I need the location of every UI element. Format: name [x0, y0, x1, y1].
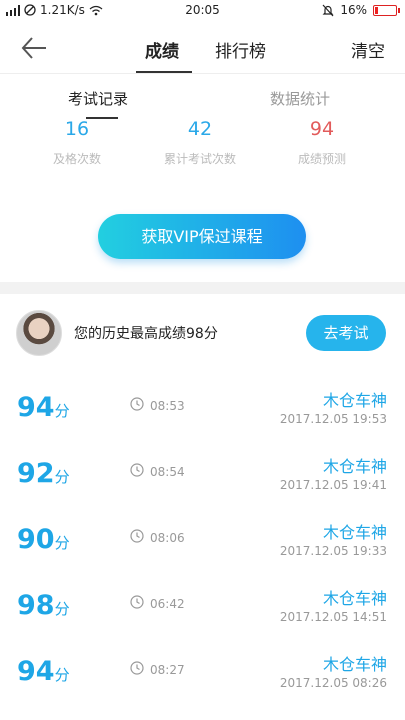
subtab-data-stats[interactable]: 数据统计: [270, 88, 330, 109]
score: 92分: [17, 458, 70, 489]
stats-summary: 16 及格次数 42 累计考试次数 94 成绩预测: [0, 118, 405, 178]
duration: 08:27: [150, 663, 185, 677]
list-item[interactable]: 94分 08:53 木仓车神 2017.12.05 19:53: [0, 375, 405, 441]
status-bar: 1.21K/s 20:05 16%: [0, 0, 405, 22]
clock-icon: [130, 397, 144, 411]
record-datetime: 2017.12.05 19:53: [279, 412, 387, 426]
list-item[interactable]: 90分 08:06 木仓车神 2017.12.05 19:33: [0, 507, 405, 573]
duration: 08:53: [150, 399, 185, 413]
duration: 06:42: [150, 597, 185, 611]
exam-records-list: 94分 08:53 木仓车神 2017.12.05 19:53 92分 08:5…: [0, 375, 405, 705]
stat-score-prediction: 94 成绩预测: [262, 118, 382, 167]
list-item[interactable]: 98分 06:42 木仓车神 2017.12.05 14:51: [0, 573, 405, 639]
take-exam-button[interactable]: 去考试: [306, 315, 386, 351]
clear-button[interactable]: 清空: [351, 37, 385, 62]
stat-total-exams: 42 累计考试次数: [140, 118, 260, 167]
record-datetime: 2017.12.05 14:51: [279, 610, 387, 624]
sub-tabs: 考试记录 数据统计: [0, 74, 405, 119]
clock-icon: [130, 529, 144, 543]
score: 90分: [17, 524, 70, 555]
stat-label: 及格次数: [52, 152, 101, 166]
back-arrow-icon[interactable]: [20, 35, 48, 61]
active-tab-indicator: [136, 71, 192, 73]
score: 94分: [17, 392, 70, 423]
duration: 08:06: [150, 531, 185, 545]
stat-label: 累计考试次数: [163, 152, 236, 166]
stat-label: 成绩预测: [297, 152, 346, 166]
stat-value: 94: [309, 118, 335, 140]
list-item[interactable]: 94分 08:27 木仓车神 2017.12.05 08:26: [0, 639, 405, 705]
score: 98分: [17, 590, 70, 621]
clock-icon: [130, 661, 144, 675]
clock-icon: [130, 595, 144, 609]
list-item[interactable]: 92分 08:54 木仓车神 2017.12.05 19:41: [0, 441, 405, 507]
record-datetime: 2017.12.05 08:26: [279, 676, 387, 690]
record-datetime: 2017.12.05 19:33: [279, 544, 387, 558]
stat-pass-count: 16 及格次数: [17, 118, 137, 167]
battery-percent: 16%: [340, 3, 367, 17]
stat-value: 42: [187, 118, 213, 140]
player-name: 木仓车神: [322, 589, 387, 608]
section-divider: [0, 282, 405, 294]
player-name: 木仓车神: [322, 391, 387, 410]
score: 94分: [17, 656, 70, 687]
bell-off-icon: [322, 4, 334, 16]
best-score-text: 您的历史最高成绩98分: [74, 326, 218, 342]
top-nav: 成绩 排行榜 清空: [0, 22, 405, 74]
player-name: 木仓车神: [322, 457, 387, 476]
vip-course-button[interactable]: 获取VIP保过课程: [98, 214, 306, 259]
avatar[interactable]: [16, 310, 62, 356]
tab-grade[interactable]: 成绩: [145, 37, 179, 62]
stat-value: 16: [64, 118, 90, 140]
tab-ranking[interactable]: 排行榜: [215, 37, 266, 62]
record-datetime: 2017.12.05 19:41: [279, 478, 387, 492]
player-name: 木仓车神: [322, 655, 387, 674]
subtab-exam-records[interactable]: 考试记录: [68, 88, 128, 109]
duration: 08:54: [150, 465, 185, 479]
clock-icon: [130, 463, 144, 477]
player-name: 木仓车神: [322, 523, 387, 542]
battery-icon: [373, 4, 400, 16]
